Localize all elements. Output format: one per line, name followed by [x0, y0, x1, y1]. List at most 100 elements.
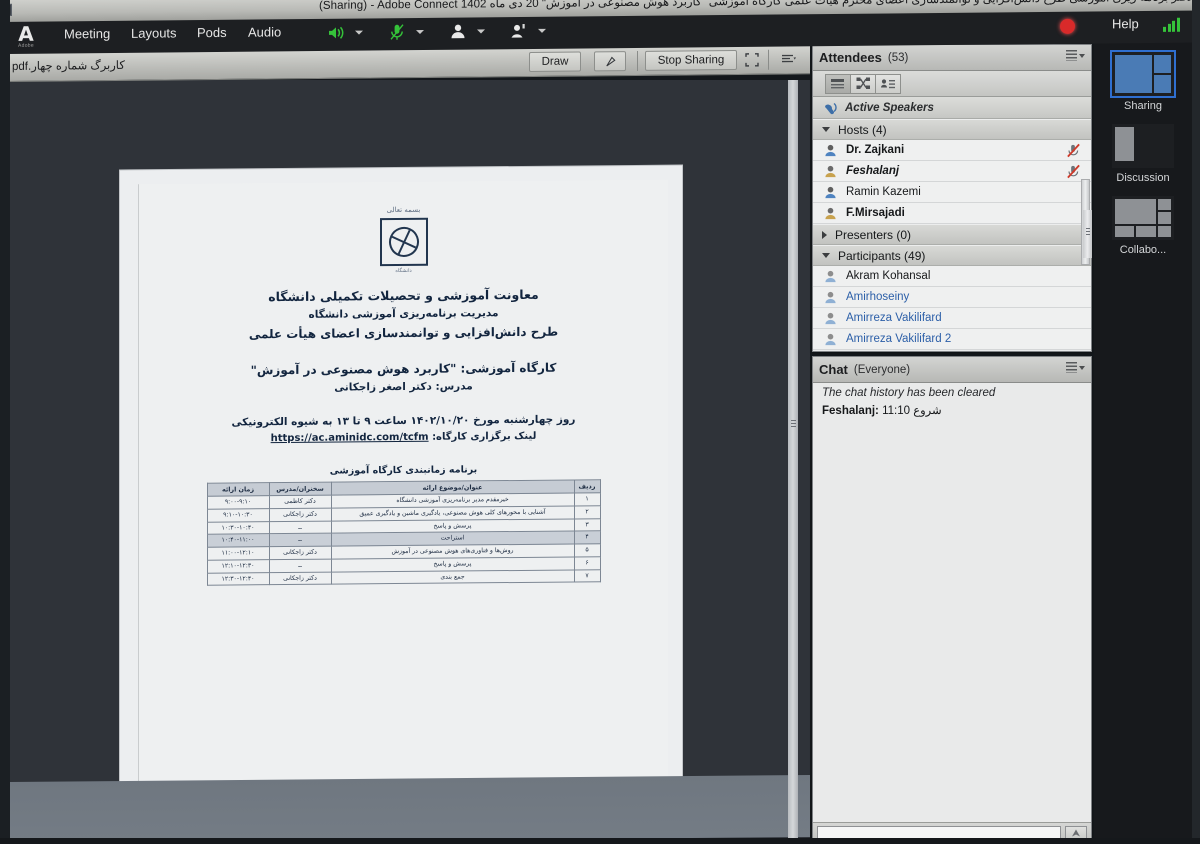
menu-item-pods[interactable]: Pods [197, 25, 227, 40]
menu-item-meeting[interactable]: Meeting [64, 26, 110, 41]
chat-pod: Chat (Everyone) The chat history has bee… [812, 356, 1092, 844]
th-row-no: ردیف [574, 479, 600, 493]
breakout-rooms-icon[interactable] [850, 73, 876, 94]
chat-pod-menu-icon[interactable] [1066, 362, 1085, 373]
microphone-muted-icon[interactable] [1066, 143, 1081, 158]
doc-date-line: روز چهارشنبه مورخ ۱۴۰۲/۱۰/۲۰ ساعت ۹ تا ۱… [231, 413, 576, 429]
scrollbar-thumb-grip[interactable] [791, 420, 796, 427]
status-dropdown-caret[interactable] [538, 28, 546, 33]
draw-button[interactable]: Draw [529, 51, 581, 72]
participant-avatar-icon [825, 270, 836, 282]
cell-time: ۱۰:۳۰-۱۰:۴۰ [207, 521, 269, 535]
attendee-group-participants[interactable]: Participants (49) [813, 245, 1091, 266]
chat-message-list: The chat history has been cleared Feshal… [813, 383, 1091, 844]
attendee-row-amirreza-vakilifard-2[interactable]: Amirreza Vakilifard 2 [813, 329, 1091, 350]
cell-speaker: دکتر زاجکانی [269, 507, 331, 522]
attendee-row-dr-zajkani[interactable]: Dr. Zajkani [813, 140, 1091, 161]
fullscreen-icon[interactable] [742, 50, 762, 70]
doc-table-caption: برنامه زمانبندی کارگاه آموزشی [329, 464, 478, 477]
attendee-row-ramin-kazemi[interactable]: Ramin Kazemi [813, 182, 1091, 203]
microphone-muted-icon[interactable] [387, 22, 407, 42]
attendee-row-akram-kohansal[interactable]: Akram Kohansal [813, 266, 1091, 287]
toolbar-divider-2 [768, 49, 769, 70]
university-seal-icon [379, 217, 428, 267]
cell-time: ۱۱:۰۰-۱۲:۱۰ [207, 546, 269, 560]
attendee-group-hosts[interactable]: Hosts (4) [813, 119, 1091, 140]
attendee-name: Akram Kohansal [846, 270, 931, 282]
attendee-row-f-mirsajadi[interactable]: F.Mirsajadi [813, 203, 1091, 224]
scrollbar-thumb-grip[interactable] [1085, 228, 1090, 236]
menu-item-audio[interactable]: Audio [248, 24, 281, 39]
attendee-name: Amirreza Vakilifard 2 [846, 333, 952, 345]
layout-label-collaboration: Collabo... [1119, 244, 1167, 256]
list-view-icon[interactable] [825, 73, 851, 94]
attendee-row-amirreza-vakilifard[interactable]: Amirreza Vakilifard [813, 308, 1091, 329]
active-speakers-row: Active Speakers [813, 97, 1091, 119]
doc-workshop-title: کارگاه آموزشی: "کاربرد هوش مصنوعی در آمو… [250, 360, 557, 378]
layout-item-collaboration[interactable]: Collabo... [1094, 184, 1192, 256]
camera-dropdown-caret[interactable] [477, 29, 485, 34]
layout-thumbnail-discussion [1112, 124, 1174, 168]
stage-lower-shade [10, 775, 810, 844]
host-avatar-icon [825, 144, 836, 156]
cell-no: ۶ [574, 556, 600, 570]
participant-avatar-icon [825, 291, 836, 303]
cell-speaker: دکتر زاجکانی [269, 546, 331, 560]
layout-item-discussion[interactable]: Discussion [1094, 112, 1192, 184]
stop-sharing-button[interactable]: Stop Sharing [645, 50, 737, 71]
attendee-name: Amirhoseiny [846, 291, 910, 303]
chevron-down-icon [822, 127, 830, 132]
chevron-right-icon [822, 230, 827, 239]
cell-no: ۲ [574, 505, 600, 519]
menu-item-help[interactable]: Help [1112, 16, 1139, 31]
cell-subject: جمع بندی [331, 569, 574, 585]
attendee-status-view-icon[interactable] [875, 73, 901, 94]
share-stage-scrollbar[interactable] [788, 80, 798, 844]
attendee-group-presenters[interactable]: Presenters (0) [813, 224, 1091, 245]
doc-link-prefix: لینک برگزاری کارگاه: [432, 430, 537, 443]
speaker-icon[interactable] [326, 23, 346, 43]
share-pod-menu-icon[interactable] [779, 49, 799, 69]
microphone-muted-icon[interactable] [1066, 164, 1081, 179]
cell-speaker: ــ [269, 520, 331, 534]
connection-signal-icon [1163, 16, 1183, 32]
layout-item-sharing[interactable]: Sharing [1094, 40, 1192, 112]
menu-lines-icon [1066, 362, 1077, 373]
attendees-count: (53) [887, 51, 909, 64]
cell-time: ۱۰:۴۰-۱۱:۰۰ [207, 533, 269, 548]
doc-instructor: مدرس: دکتر اصغر زاجکانی [334, 380, 473, 394]
chat-message-text: شروع [913, 405, 942, 417]
layout-thumbnail-collaboration [1112, 196, 1174, 240]
group-label-presenters: Presenters (0) [835, 227, 912, 242]
chat-scope: (Everyone) [853, 363, 911, 376]
layouts-bar: Sharing Discussion Collabo... [1094, 40, 1192, 844]
camera-person-icon[interactable] [448, 22, 468, 42]
th-speaker: سخنران/مدرس [269, 482, 331, 496]
chat-message-sender: Feshalanj: [822, 405, 879, 417]
speaker-dropdown-caret[interactable] [355, 30, 363, 35]
pointer-button[interactable] [594, 51, 626, 72]
adobe-logo-icon: A Adobe [12, 22, 40, 51]
microphone-dropdown-caret[interactable] [416, 30, 424, 35]
host-avatar-icon [825, 207, 836, 219]
doc-heading-1: معاونت آموزشی و تحصیلات تکمیلی دانشگاه [268, 286, 539, 305]
screen-bezel-right [1192, 0, 1200, 844]
attendees-pod-menu-icon[interactable] [1066, 50, 1085, 61]
raise-hand-status-icon[interactable] [509, 21, 529, 41]
attendee-name: F.Mirsajadi [846, 207, 905, 219]
attendees-pod-header: Attendees (53) [813, 45, 1091, 71]
doc-link-url[interactable]: https://ac.aminidc.com/tcfm [271, 432, 429, 444]
menu-item-layouts[interactable]: Layouts [131, 25, 177, 40]
chat-message: Feshalanj: 11:10 شروع [813, 399, 1091, 417]
chevron-down-icon [1079, 53, 1085, 58]
attendee-row-feshalanj[interactable]: Feshalanj [813, 161, 1091, 182]
attendee-name: Ramin Kazemi [846, 186, 921, 198]
attendee-row-amirhoseiny[interactable]: Amirhoseiny [813, 287, 1091, 308]
chat-pod-title: Chat [819, 362, 848, 377]
layout-label-sharing: Sharing [1124, 100, 1162, 112]
shared-document-page[interactable]: بسمه تعالی دانشگاه معاونت آموزشی و تحصیل… [120, 165, 682, 796]
host-avatar-icon [825, 165, 836, 177]
outer-window-scrollbar[interactable] [1083, 210, 1092, 258]
attendees-pod: Attendees (53) Active Speakers Hosts (4)… [812, 44, 1092, 352]
attendee-name: Amirreza Vakilifard [846, 312, 942, 324]
